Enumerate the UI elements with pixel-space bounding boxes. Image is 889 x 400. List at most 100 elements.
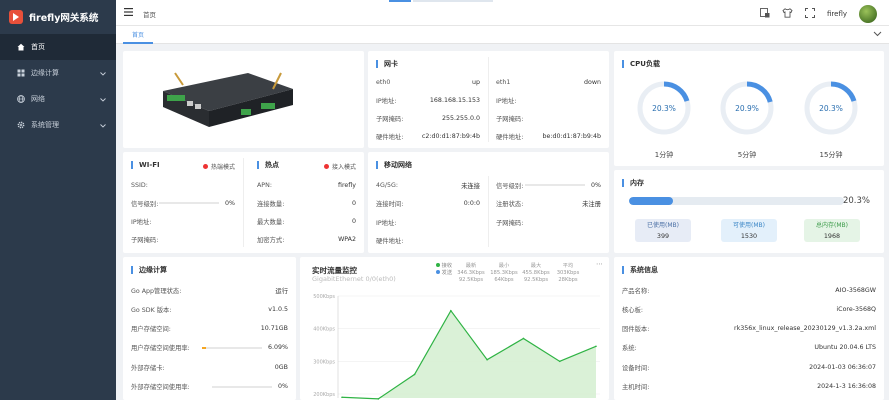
eth0-mac: c2:d0:d1:87:b9:4b	[421, 132, 480, 140]
tab-home[interactable]: 首页	[123, 26, 154, 44]
sidebar-item-label: 网络	[31, 95, 45, 103]
top-bar: 首页 firefly	[116, 0, 889, 26]
info-label: 固件版本:	[622, 326, 650, 334]
info-label: 用户存储空间使用率:	[131, 345, 190, 353]
device-image-card	[123, 51, 364, 148]
eth1-status: down	[584, 78, 601, 86]
info-row: 用户存储空间: 10.71GB	[131, 323, 288, 335]
top-progress-bar	[389, 0, 497, 2]
info-label: 硬件地址:	[376, 238, 404, 245]
y-tick-label: 500Kbps	[313, 294, 335, 300]
sidebar-item-2[interactable]: 网络	[0, 86, 116, 112]
username[interactable]: firefly	[827, 10, 847, 18]
enc-label: 加密方式:	[257, 236, 285, 244]
firefly-logo-icon	[9, 10, 23, 24]
cpu-gauge-value: 20.3%	[652, 103, 676, 113]
info-label: 系统:	[622, 345, 637, 353]
recv-point	[522, 337, 525, 340]
avatar[interactable]	[859, 5, 877, 23]
wifi-signal-label: 信号级别:	[131, 200, 159, 208]
gear-icon	[17, 121, 25, 129]
home-icon	[17, 43, 25, 51]
memory-usage-bar	[629, 197, 844, 205]
info-value: 6.09%	[267, 344, 288, 352]
recv-area	[342, 310, 596, 399]
recv-point	[413, 373, 416, 376]
eth1-mac: be:d0:d1:87:b9:4b	[542, 132, 601, 140]
apn-value: firefly	[338, 181, 356, 189]
menu-toggle-icon[interactable]	[124, 8, 133, 18]
eth0-name: eth0	[376, 78, 391, 86]
edge-title: 边缘计算	[131, 266, 167, 274]
recv-point	[341, 396, 343, 399]
traffic-chart-card: 实时流量监控 GigabitEthernet 0/0(eth0) 接收 发送 最…	[300, 257, 609, 400]
lock-screen-icon[interactable]	[760, 8, 770, 20]
info-label: 外部存储卡:	[131, 364, 165, 372]
wifi-signal-value: 0%	[225, 199, 235, 207]
cpu-gauge-label: 5分钟	[737, 151, 757, 159]
info-row: 连接时间: 0:0:0	[376, 198, 480, 210]
info-label: 信号级别:	[496, 182, 524, 190]
edge-computing-card: 边缘计算 Go App管理状态: 运行 Go SDK 版本: v1.0.5 用户存储空间…	[123, 257, 296, 400]
info-value: 0:0:0	[463, 200, 480, 207]
sidebar-item-3[interactable]: 系统管理	[0, 112, 116, 138]
info-value: 10.71GB	[260, 325, 288, 333]
info-value: 0GB	[274, 363, 288, 371]
fullscreen-icon[interactable]	[805, 8, 815, 20]
info-value: 2024-1-3 16:36:08	[817, 383, 876, 390]
recv-point	[595, 345, 597, 348]
memory-used-box: 已使用(MB) 399	[635, 219, 691, 242]
chevron-down-icon	[100, 96, 106, 104]
info-row: 固件版本: rk356x_linux_release_20230129_v1.3.…	[622, 323, 876, 335]
cpu-gauge-1: 20.9%	[719, 80, 775, 136]
info-row: 硬件地址:	[376, 235, 480, 247]
system-info-card: 系统信息 产品名称: AIO-3568GW 核心板: iCore-3568Q 固件版本:…	[614, 257, 884, 400]
eth0-mac-label: 硬件地址:	[376, 133, 404, 141]
eth0-mask-label: 子网掩码:	[376, 115, 404, 123]
eth1-name: eth1	[496, 78, 511, 86]
info-row: 用户存储空间使用率: 6.09%	[131, 342, 288, 354]
eth0-mask: 255.255.0.0	[441, 114, 480, 122]
info-label: 子网掩码:	[496, 219, 524, 227]
wifi-ip-label: IP地址:	[131, 218, 152, 226]
memory-title: 内存	[622, 179, 644, 187]
grid-icon	[17, 69, 25, 77]
sidebar-item-1[interactable]: 边缘计算	[0, 60, 116, 86]
app-title: firefly网关系统	[29, 13, 99, 24]
cpu-title: CPU负载	[622, 60, 660, 68]
info-row: 设备时间: 2024-01-03 06:36:07	[622, 361, 876, 373]
memory-total-box: 总内存(MB) 1968	[804, 219, 860, 242]
info-label: Go App管理状态:	[131, 287, 182, 295]
info-row: IP地址:	[376, 216, 480, 228]
info-label: 核心板:	[622, 306, 644, 314]
mobile-network-card: 移动网络 4G/5G: 未连接 连接时间: 0:0:0 IP地址: 硬件地址: 信号级别:…	[368, 152, 609, 253]
info-label: 用户存储空间:	[131, 326, 171, 334]
shirt-theme-icon[interactable]	[782, 8, 793, 20]
info-value: 未注册	[582, 201, 601, 208]
sidebar-item-0[interactable]: 首页	[0, 34, 116, 60]
recv-point	[558, 360, 561, 363]
eth1-ip-label: IP地址:	[496, 97, 517, 105]
tab-bar: 首页	[116, 26, 889, 44]
apn-label: APN:	[257, 181, 272, 189]
info-label: Go SDK 版本:	[131, 306, 172, 314]
memory-used-value: 399	[656, 232, 670, 240]
breadcrumb[interactable]: 首页	[143, 9, 156, 19]
info-value: v1.0.5	[268, 305, 288, 313]
sidebar-item-label: 首页	[31, 43, 45, 51]
info-value: 0%	[591, 181, 601, 189]
sidebar-item-label: 边缘计算	[31, 69, 59, 77]
memory-total-value: 1968	[823, 232, 841, 240]
sidebar-item-label: 系统管理	[31, 121, 59, 129]
chevron-down-icon[interactable]	[873, 31, 882, 39]
wifi-mask-label: 子网掩码:	[131, 236, 159, 244]
info-row: 4G/5G: 未连接	[376, 179, 480, 191]
memory-percent: 20.3%	[842, 196, 870, 206]
eth0-ip-label: IP地址:	[376, 97, 397, 105]
memory-card: 内存 20.3% 已使用(MB) 399 可使用(MB) 1530 总内存(MB) 1…	[614, 170, 884, 253]
info-row: 系统: Ubuntu 20.04.6 LTS	[622, 342, 876, 354]
sysinfo-title: 系统信息	[622, 266, 658, 274]
eth0-ip: 168.168.15.153	[429, 96, 480, 104]
info-value: 0%	[278, 383, 288, 390]
ssid-label: SSID:	[131, 181, 148, 189]
